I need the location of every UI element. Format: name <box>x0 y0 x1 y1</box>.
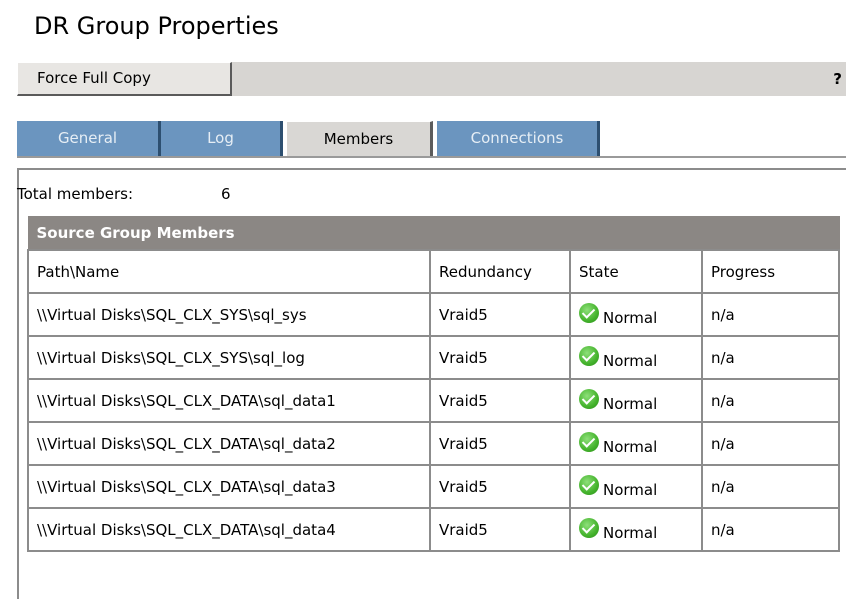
member-state-text: Normal <box>603 351 658 370</box>
tab-divider <box>17 156 846 158</box>
member-state-text: Normal <box>603 308 658 327</box>
member-progress: n/a <box>700 335 841 380</box>
table-row[interactable]: \\Virtual Disks\SQL_CLX_DATA\sql_data2 V… <box>27 421 841 466</box>
member-path[interactable]: \\Virtual Disks\SQL_CLX_DATA\sql_data3 <box>27 464 431 509</box>
member-state: Normal <box>569 378 703 423</box>
tab-members[interactable]: Members <box>287 121 433 156</box>
toolbar: Force Full Copy ? <box>17 62 846 96</box>
help-button[interactable]: ? <box>822 62 842 96</box>
total-members-value: 6 <box>221 185 231 203</box>
table-row[interactable]: \\Virtual Disks\SQL_CLX_SYS\sql_log Vrai… <box>27 335 841 380</box>
member-progress: n/a <box>700 464 841 509</box>
check-circle-icon <box>579 345 599 366</box>
section-header-row: Source Group Members <box>27 216 840 251</box>
member-state-text: Normal <box>603 523 658 542</box>
section-title: Source Group Members <box>27 216 840 251</box>
member-path[interactable]: \\Virtual Disks\SQL_CLX_DATA\sql_data1 <box>27 378 431 423</box>
member-state: Normal <box>569 464 703 509</box>
tab-log[interactable]: Log <box>161 121 283 156</box>
member-path[interactable]: \\Virtual Disks\SQL_CLX_DATA\sql_data2 <box>27 421 431 466</box>
member-redundancy: Vraid5 <box>429 378 571 423</box>
check-circle-icon <box>579 431 599 452</box>
table-row[interactable]: \\Virtual Disks\SQL_CLX_DATA\sql_data4 V… <box>27 507 841 552</box>
member-path[interactable]: \\Virtual Disks\SQL_CLX_SYS\sql_log <box>27 335 431 380</box>
member-state: Normal <box>569 507 703 552</box>
member-path[interactable]: \\Virtual Disks\SQL_CLX_DATA\sql_data4 <box>27 507 431 552</box>
total-members-label: Total members: <box>17 185 134 203</box>
check-circle-icon <box>579 517 599 538</box>
column-header-path[interactable]: Path\Name <box>27 249 431 294</box>
member-state-text: Normal <box>603 480 658 499</box>
member-state: Normal <box>569 421 703 466</box>
tab-connections[interactable]: Connections <box>437 121 600 156</box>
source-group-members-table: Source Group Members Path\Name Redundanc… <box>27 216 841 552</box>
table-row[interactable]: \\Virtual Disks\SQL_CLX_DATA\sql_data3 V… <box>27 464 841 509</box>
member-progress: n/a <box>700 378 841 423</box>
column-header-progress[interactable]: Progress <box>700 249 841 294</box>
column-header-state[interactable]: State <box>569 249 703 294</box>
member-redundancy: Vraid5 <box>429 292 571 337</box>
member-progress: n/a <box>700 421 841 466</box>
member-redundancy: Vraid5 <box>429 464 571 509</box>
table-row[interactable]: \\Virtual Disks\SQL_CLX_SYS\sql_sys Vrai… <box>27 292 841 337</box>
tab-general[interactable]: General <box>17 121 161 156</box>
member-progress: n/a <box>700 292 841 337</box>
member-progress: n/a <box>700 507 841 552</box>
table-row[interactable]: \\Virtual Disks\SQL_CLX_DATA\sql_data1 V… <box>27 378 841 423</box>
check-circle-icon <box>579 474 599 495</box>
member-state: Normal <box>569 335 703 380</box>
member-state: Normal <box>569 292 703 337</box>
member-state-text: Normal <box>603 437 658 456</box>
tab-bar: General Log Members Connections <box>17 121 846 156</box>
column-header-redundancy[interactable]: Redundancy <box>429 249 571 294</box>
member-redundancy: Vraid5 <box>429 507 571 552</box>
check-circle-icon <box>579 388 599 409</box>
member-path[interactable]: \\Virtual Disks\SQL_CLX_SYS\sql_sys <box>27 292 431 337</box>
member-state-text: Normal <box>603 394 658 413</box>
check-circle-icon <box>579 302 599 323</box>
page-title: DR Group Properties <box>34 12 279 40</box>
member-redundancy: Vraid5 <box>429 421 571 466</box>
column-header-row: Path\Name Redundancy State Progress <box>27 249 841 294</box>
force-full-copy-button[interactable]: Force Full Copy <box>17 62 232 96</box>
member-redundancy: Vraid5 <box>429 335 571 380</box>
